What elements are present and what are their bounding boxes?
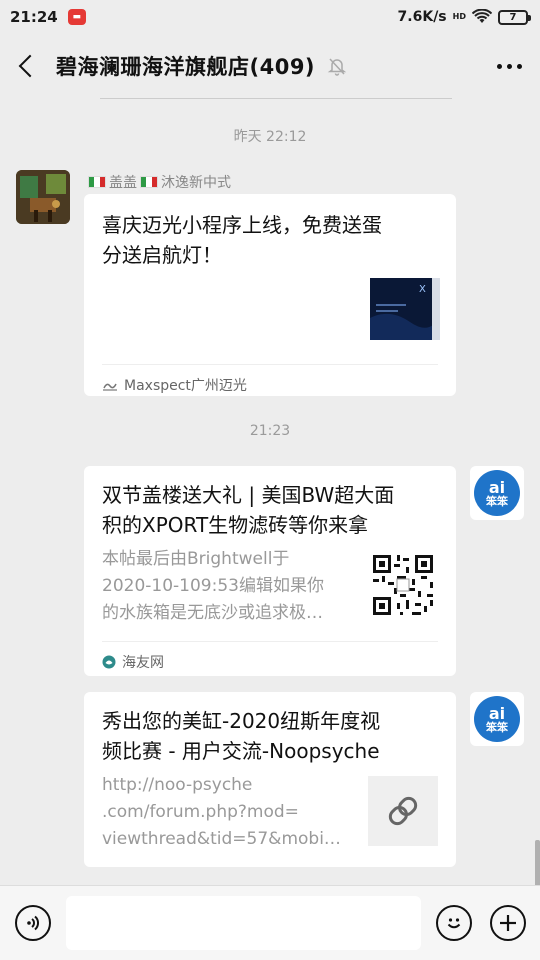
voice-icon[interactable]: [15, 905, 51, 941]
network-type: HD: [452, 12, 466, 21]
card-title-line: 频比赛 - 用户交流-Noopsyche: [102, 739, 380, 763]
previous-message-edge: [100, 98, 452, 99]
more-icon[interactable]: [497, 63, 522, 69]
card-title-line: 秀出您的美缸-2020纽斯年度视: [102, 709, 381, 733]
back-arrow-icon[interactable]: [16, 55, 38, 77]
card-title-line: 喜庆迈光小程序上线，免费送蛋: [102, 213, 382, 237]
avatar[interactable]: ai 笨笨: [470, 466, 524, 520]
avatar[interactable]: [16, 170, 70, 224]
ai-logo-icon: ai 笨笨: [474, 696, 520, 742]
card-source: Maxspect广州迈光: [124, 378, 247, 394]
network-speed: 7.6K/s: [397, 9, 447, 25]
sender-suffix: 沐逸新中式: [161, 175, 231, 191]
card-description-line: .com/forum.php?mod=: [102, 802, 299, 822]
notification-app-icon: ▬: [67, 9, 86, 25]
avatar-text: ai: [488, 703, 506, 723]
plus-icon[interactable]: [490, 905, 526, 941]
wifi-icon: [472, 9, 492, 23]
mute-bell-icon: [327, 58, 347, 76]
link-thumbnail: [368, 776, 438, 846]
card-description: http://noo-psyche .com/forum.php?mod= vi…: [102, 772, 341, 853]
thumbnail-letter: X: [419, 284, 426, 295]
card-title-line: 双节盖楼送大礼 | 美国BW超大面: [102, 483, 395, 507]
card-description-line: http://noo-psyche: [102, 775, 253, 795]
timestamp: 21:23: [249, 423, 291, 439]
card-description-line: viewthread&tid=57&mobi…: [102, 829, 341, 849]
chat-header: 碧海澜珊海洋旗舰店(409): [0, 34, 540, 98]
card-title: 秀出您的美缸-2020纽斯年度视 频比赛 - 用户交流-Noopsyche: [102, 706, 380, 766]
card-footer: 海友网: [102, 641, 438, 672]
italy-flag-icon: [88, 176, 106, 188]
avatar-text: 笨笨: [486, 494, 508, 508]
battery-level: 7: [509, 11, 517, 23]
card-thumbnail: X: [370, 278, 440, 340]
avatar-text: ai: [488, 477, 506, 497]
card-footer: Maxspect广州迈光: [102, 364, 438, 395]
card-title-line: 积的XPORT生物滤砖等你来拿: [102, 513, 369, 537]
input-bar: [0, 885, 540, 960]
sender-name-text: 盖盖: [109, 175, 137, 191]
card-description-line: 本帖最后由Brightwell于: [102, 549, 290, 569]
sender-name: 盖盖 沐逸新中式: [88, 172, 231, 192]
italy-flag-icon: [140, 176, 158, 188]
card-description-line: 的水族箱是无底沙或追求极…: [102, 603, 323, 623]
link-icon: [388, 796, 418, 826]
card-title: 双节盖楼送大礼 | 美国BW超大面 积的XPORT生物滤砖等你来拿: [102, 480, 394, 540]
link-card[interactable]: 秀出您的美缸-2020纽斯年度视 频比赛 - 用户交流-Noopsyche ht…: [84, 692, 456, 867]
avatar[interactable]: ai 笨笨: [470, 692, 524, 746]
message-input[interactable]: [66, 896, 421, 950]
mini-program-icon: [103, 383, 117, 391]
timestamp: 昨天 22:12: [233, 129, 307, 145]
mini-program-card[interactable]: 喜庆迈光小程序上线，免费送蛋 分送启航灯！ X Maxspect广州迈光: [84, 194, 456, 396]
status-bar: 21:24 ▬ 7.6K/s HD 7: [0, 0, 540, 34]
card-title-line: 分送启航灯！: [102, 243, 222, 267]
website-icon: [102, 655, 116, 669]
link-card[interactable]: 双节盖楼送大礼 | 美国BW超大面 积的XPORT生物滤砖等你来拿 本帖最后由B…: [84, 466, 456, 676]
avatar-photo: [16, 170, 70, 224]
status-time: 21:24: [10, 8, 58, 26]
card-description-line: 2020-10-109:53编辑如果你: [102, 576, 324, 596]
card-source: 海友网: [122, 655, 164, 671]
status-right: 7.6K/s HD 7: [397, 9, 531, 25]
avatar-text: 笨笨: [486, 720, 508, 734]
emoji-icon[interactable]: [436, 905, 472, 941]
chat-title: 碧海澜珊海洋旗舰店(409): [56, 55, 316, 79]
battery-icon: 7: [498, 9, 531, 25]
qr-code-thumbnail: [370, 552, 436, 618]
ai-logo-icon: ai 笨笨: [474, 470, 520, 516]
card-title: 喜庆迈光小程序上线，免费送蛋 分送启航灯！: [102, 210, 382, 270]
card-description: 本帖最后由Brightwell于 2020-10-109:53编辑如果你 的水族…: [102, 546, 324, 627]
chat-area[interactable]: 昨天 22:12 盖盖 沐逸新中式 喜庆迈光小程序上线，免费送蛋 分送启航灯！: [0, 100, 540, 960]
